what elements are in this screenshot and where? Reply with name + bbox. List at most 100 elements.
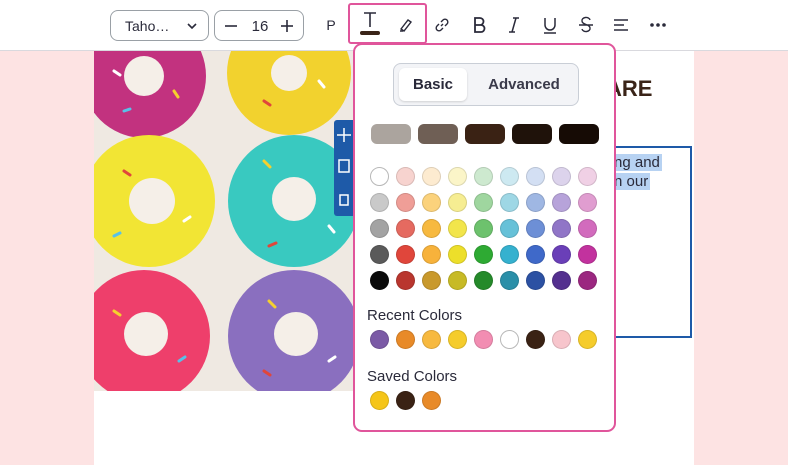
saved-color-swatch[interactable] <box>396 391 415 410</box>
palette-swatch[interactable] <box>474 219 493 238</box>
theme-color-swatch[interactable] <box>371 124 411 144</box>
palette-swatch[interactable] <box>370 167 389 186</box>
palette-swatch[interactable] <box>396 193 415 212</box>
minus-icon[interactable] <box>223 18 239 34</box>
palette-swatch[interactable] <box>526 271 545 290</box>
palette-swatch[interactable] <box>500 193 519 212</box>
recent-color-swatch[interactable] <box>526 330 545 349</box>
palette-swatch[interactable] <box>448 271 467 290</box>
palette-swatch[interactable] <box>526 193 545 212</box>
tab-basic[interactable]: Basic <box>399 68 467 101</box>
highlight-button[interactable] <box>393 12 419 38</box>
plus-icon[interactable] <box>279 18 295 34</box>
recent-color-swatch[interactable] <box>422 330 441 349</box>
recent-color-swatch[interactable] <box>396 330 415 349</box>
recent-color-swatch[interactable] <box>370 330 389 349</box>
palette-swatch[interactable] <box>578 167 597 186</box>
palette-swatch[interactable] <box>396 219 415 238</box>
recent-color-swatch[interactable] <box>500 330 519 349</box>
theme-color-swatch[interactable] <box>512 124 552 144</box>
font-size-stepper[interactable]: 16 <box>214 10 304 41</box>
palette-swatch[interactable] <box>526 245 545 264</box>
palette-swatch[interactable] <box>422 193 441 212</box>
palette-swatch[interactable] <box>396 245 415 264</box>
more-icon <box>650 23 666 27</box>
duplicate-icon[interactable] <box>338 159 350 173</box>
palette-swatch[interactable] <box>474 193 493 212</box>
tab-advanced[interactable]: Advanced <box>474 68 574 101</box>
strikethrough-button[interactable] <box>573 12 599 38</box>
palette-swatch[interactable] <box>526 167 545 186</box>
block-tools <box>334 120 354 216</box>
text-color-icon <box>360 12 380 35</box>
align-button[interactable] <box>608 12 634 38</box>
color-mode-toggle: Basic Advanced <box>393 63 579 106</box>
palette-swatch[interactable] <box>370 245 389 264</box>
chevron-down-icon <box>187 23 197 30</box>
palette-swatch[interactable] <box>500 167 519 186</box>
recent-color-swatch[interactable] <box>552 330 571 349</box>
font-family-select[interactable]: Taho… <box>110 10 209 41</box>
underline-icon <box>544 18 556 34</box>
palette-swatch[interactable] <box>552 271 571 290</box>
palette-swatch[interactable] <box>370 193 389 212</box>
palette-swatch[interactable] <box>448 193 467 212</box>
selected-text-line[interactable]: n our <box>612 173 651 190</box>
palette-swatch[interactable] <box>448 219 467 238</box>
palette-swatch[interactable] <box>552 193 571 212</box>
saved-colors-label: Saved Colors <box>367 368 458 385</box>
palette-swatch[interactable] <box>448 167 467 186</box>
palette-swatch[interactable] <box>422 245 441 264</box>
theme-color-swatch[interactable] <box>465 124 505 144</box>
donut-image[interactable] <box>94 51 354 391</box>
palette-swatch[interactable] <box>578 193 597 212</box>
selected-text-line[interactable]: ng and <box>612 154 662 171</box>
palette-swatch[interactable] <box>526 219 545 238</box>
palette-swatch[interactable] <box>578 271 597 290</box>
saved-color-swatch[interactable] <box>422 391 441 410</box>
palette-swatch[interactable] <box>370 219 389 238</box>
palette-swatch[interactable] <box>448 245 467 264</box>
link-button[interactable] <box>429 12 455 38</box>
palette-swatch[interactable] <box>552 167 571 186</box>
palette-swatch[interactable] <box>578 219 597 238</box>
paragraph-button[interactable]: P <box>318 12 344 38</box>
palette-swatch[interactable] <box>396 271 415 290</box>
saved-color-swatch[interactable] <box>370 391 389 410</box>
italic-button[interactable] <box>501 12 527 38</box>
recent-color-swatch[interactable] <box>578 330 597 349</box>
palette-swatch[interactable] <box>422 219 441 238</box>
palette-swatch[interactable] <box>578 245 597 264</box>
trash-icon[interactable] <box>339 194 349 206</box>
palette-swatch[interactable] <box>370 271 389 290</box>
palette-swatch[interactable] <box>396 167 415 186</box>
font-family-value: Taho… <box>125 18 170 34</box>
align-icon <box>614 19 628 31</box>
move-icon[interactable] <box>337 128 351 142</box>
italic-icon <box>509 17 519 33</box>
paragraph-label: P <box>326 17 336 33</box>
text-color-button[interactable] <box>357 10 383 36</box>
palette-swatch[interactable] <box>500 271 519 290</box>
recent-color-swatch[interactable] <box>448 330 467 349</box>
font-size-value[interactable]: 16 <box>249 18 271 35</box>
palette-swatch[interactable] <box>500 219 519 238</box>
palette-swatch[interactable] <box>474 167 493 186</box>
palette-swatch[interactable] <box>552 219 571 238</box>
palette-swatch[interactable] <box>422 271 441 290</box>
theme-color-swatch[interactable] <box>559 124 599 144</box>
palette-swatch[interactable] <box>422 167 441 186</box>
highlight-icon <box>399 19 413 32</box>
recent-color-swatch[interactable] <box>474 330 493 349</box>
strikethrough-icon <box>579 16 593 33</box>
underline-button[interactable] <box>537 12 563 38</box>
palette-swatch[interactable] <box>474 271 493 290</box>
color-picker-popover: Basic Advanced Recent Colors Saved Color… <box>353 43 616 432</box>
theme-color-swatch[interactable] <box>418 124 458 144</box>
link-icon <box>435 18 449 32</box>
more-button[interactable] <box>645 12 671 38</box>
palette-swatch[interactable] <box>500 245 519 264</box>
bold-button[interactable] <box>466 12 492 38</box>
palette-swatch[interactable] <box>474 245 493 264</box>
palette-swatch[interactable] <box>552 245 571 264</box>
